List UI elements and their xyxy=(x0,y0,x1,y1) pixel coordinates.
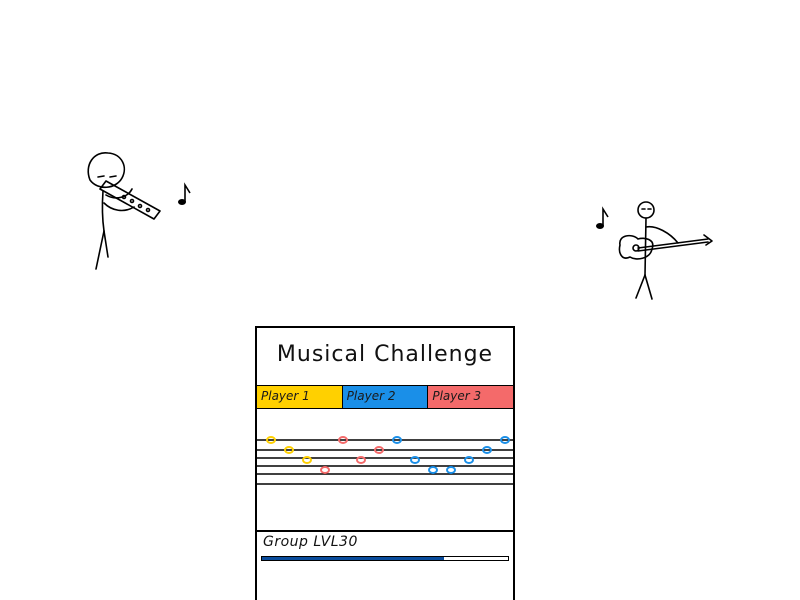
left-leg xyxy=(635,274,646,299)
game-title: Musical Challenge xyxy=(276,342,494,367)
right-leg xyxy=(103,230,109,258)
note-player-3 xyxy=(356,456,366,464)
note-player-1 xyxy=(302,456,312,464)
note-player-2 xyxy=(446,466,456,474)
group-level-label: Group LVL30 xyxy=(263,534,358,550)
tab-player-3[interactable]: Player 3 xyxy=(427,386,514,408)
tab-player-1[interactable]: Player 1 xyxy=(257,386,342,408)
music-note-icon xyxy=(178,182,191,205)
head xyxy=(87,152,126,189)
group-progress-bar xyxy=(261,556,509,561)
note-player-3 xyxy=(320,466,330,474)
body xyxy=(101,190,105,232)
note-player-2 xyxy=(410,456,420,464)
panel-divider xyxy=(257,530,513,532)
right-leg xyxy=(644,274,653,300)
player-tabs: Player 1 Player 2 Player 3 xyxy=(257,385,514,409)
game-panel: Musical Challenge Player 1 Player 2 Play… xyxy=(255,326,515,600)
arm xyxy=(103,202,135,212)
game-stage: Musical Challenge Player 1 Player 2 Play… xyxy=(0,0,800,600)
left-leg xyxy=(95,230,105,270)
group-progress-fill xyxy=(262,557,445,560)
note-player-2 xyxy=(464,456,474,464)
tab-player-2[interactable]: Player 2 xyxy=(341,386,428,408)
music-note-icon xyxy=(596,206,609,229)
guitar-player-figure xyxy=(596,201,713,300)
music-staff xyxy=(257,436,513,485)
note-player-2 xyxy=(428,466,438,474)
flute-player-figure xyxy=(87,152,191,270)
head xyxy=(637,201,655,219)
